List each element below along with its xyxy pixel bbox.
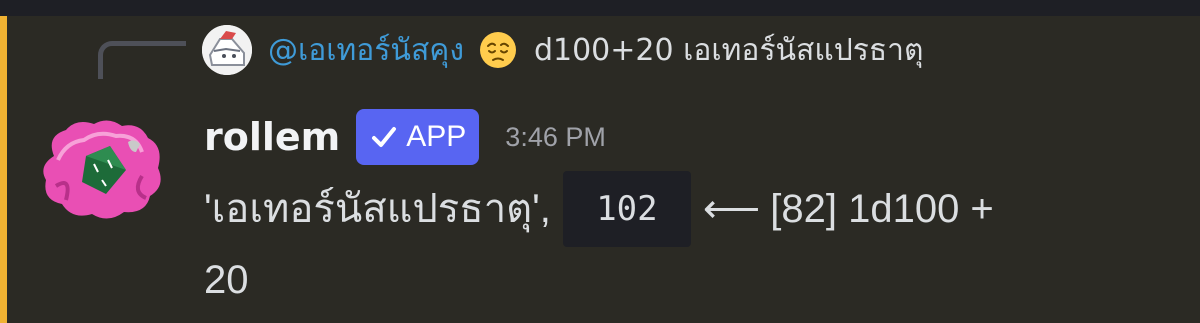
- bot-avatar[interactable]: [36, 116, 170, 224]
- roll-result-code: 102: [562, 171, 691, 247]
- top-strip: [0, 0, 1200, 16]
- arrow: ⟵: [702, 187, 761, 231]
- highlight-bar: [0, 16, 7, 323]
- username[interactable]: rollem: [204, 115, 340, 159]
- reply-avatar[interactable]: [202, 25, 252, 75]
- timestamp[interactable]: 3:46 PM: [505, 122, 606, 153]
- roll-breakdown: [82] 1d100 +: [770, 187, 994, 231]
- message-body: 'เอเทอร์นัสแปรธาตุ', 102 ⟵ [82] 1d100 + …: [204, 171, 1164, 305]
- message-header: rollem APP 3:46 PM: [204, 109, 606, 165]
- reply-content[interactable]: d100+20 เอเทอร์นัสแปรธาตุ: [534, 27, 924, 74]
- app-badge[interactable]: APP: [356, 109, 480, 165]
- roll-breakdown-cont: 20: [204, 258, 249, 302]
- app-badge-label: APP: [406, 120, 467, 153]
- body-prefix: 'เอเทอร์นัสแปรธาตุ',: [204, 187, 551, 231]
- reply-preview[interactable]: @เอเทอร์นัสคุง d100+20 เอเทอร์นัสแปรธาตุ: [202, 24, 924, 76]
- chat-message[interactable]: @เอเทอร์นัสคุง d100+20 เอเทอร์นัสแปรธาตุ…: [0, 16, 1200, 323]
- reply-username[interactable]: @เอเทอร์นัสคุง: [268, 27, 464, 74]
- check-icon: [372, 127, 397, 147]
- pensive-face-emoji: [479, 32, 516, 68]
- reply-spine: [98, 41, 186, 79]
